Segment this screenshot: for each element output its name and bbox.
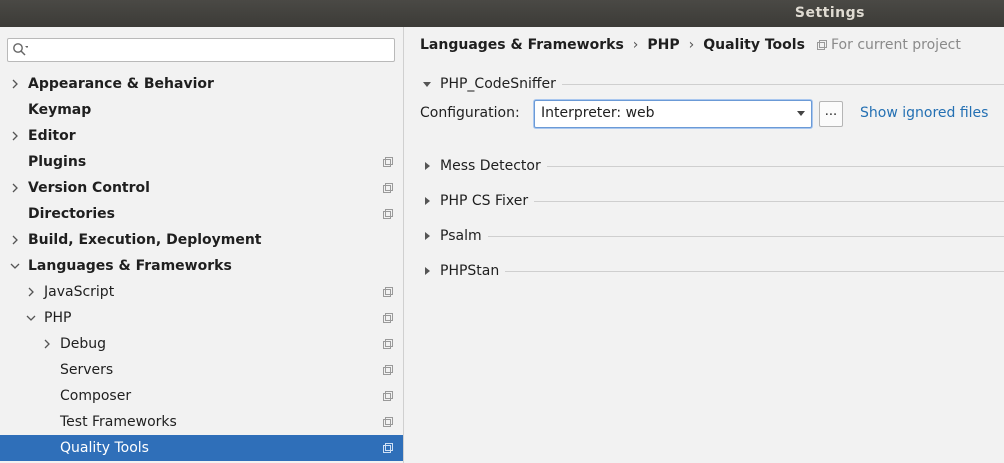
- project-scope-icon: [383, 365, 393, 375]
- project-scope-icon: [383, 417, 393, 427]
- configuration-select[interactable]: Interpreter: web: [534, 100, 812, 128]
- chevron-right-icon[interactable]: [10, 183, 20, 193]
- settings-sidebar: Appearance & Behavior Keymap Editor Plugins…: [0, 27, 404, 463]
- sidebar-item[interactable]: Appearance & Behavior: [0, 71, 403, 97]
- sidebar-item-label: Composer: [60, 388, 132, 404]
- breadcrumb-item[interactable]: PHP: [647, 37, 679, 53]
- chevron-right-icon[interactable]: [422, 231, 432, 241]
- chevron-right-icon[interactable]: [10, 235, 20, 245]
- sidebar-item[interactable]: Build, Execution, Deployment: [0, 227, 403, 253]
- for-current-project-note: For current project: [817, 37, 961, 53]
- chevron-right-icon[interactable]: [422, 196, 432, 206]
- collapsed-section[interactable]: PHPStan: [422, 261, 1004, 281]
- breadcrumb-separator: ›: [688, 37, 695, 53]
- chevron-right-icon[interactable]: [26, 287, 36, 297]
- configuration-value: Interpreter: web: [541, 105, 655, 121]
- sidebar-item[interactable]: Test Frameworks: [0, 409, 403, 435]
- sidebar-item[interactable]: Keymap: [0, 97, 403, 123]
- for-current-project-label: For current project: [831, 37, 961, 53]
- sidebar-item[interactable]: Debug: [0, 331, 403, 357]
- sidebar-item-label: Plugins: [28, 154, 87, 170]
- section-divider: [440, 236, 1004, 237]
- sidebar-item-label: Languages & Frameworks: [28, 258, 232, 274]
- browse-button[interactable]: ...: [819, 101, 843, 127]
- breadcrumb-item[interactable]: Languages & Frameworks: [420, 37, 624, 53]
- section-title[interactable]: Psalm: [440, 226, 488, 246]
- section-divider: [440, 271, 1004, 272]
- sidebar-item-label: Debug: [60, 336, 107, 352]
- sidebar-item[interactable]: Version Control: [0, 175, 403, 201]
- section-title[interactable]: PHP_CodeSniffer: [440, 74, 562, 94]
- search-icon: [13, 43, 28, 56]
- project-scope-icon: [383, 443, 393, 453]
- section-php-codesniffer[interactable]: PHP_CodeSniffer: [422, 74, 1004, 94]
- sidebar-item-label: Servers: [60, 362, 114, 378]
- breadcrumb: Languages & Frameworks › PHP › Quality Tools: [420, 37, 805, 53]
- sidebar-item-label: Keymap: [28, 102, 92, 118]
- sidebar-item[interactable]: Quality Tools: [0, 435, 403, 461]
- search-box[interactable]: [7, 38, 395, 62]
- project-scope-icon: [817, 40, 827, 50]
- configuration-label: Configuration:: [420, 105, 520, 121]
- project-scope-icon: [383, 313, 393, 323]
- chevron-down-icon[interactable]: [10, 261, 20, 271]
- sidebar-item-label: Appearance & Behavior: [28, 76, 214, 92]
- project-scope-icon: [383, 391, 393, 401]
- project-scope-icon: [383, 287, 393, 297]
- chevron-right-icon[interactable]: [422, 161, 432, 171]
- breadcrumb-item-current: Quality Tools: [703, 37, 805, 53]
- sidebar-item[interactable]: Composer: [0, 383, 403, 409]
- sidebar-item[interactable]: PHP: [0, 305, 403, 331]
- window-title: Settings: [794, 5, 865, 21]
- project-scope-icon: [383, 339, 393, 349]
- section-title[interactable]: Mess Detector: [440, 156, 547, 176]
- search-input[interactable]: [36, 40, 390, 60]
- chevron-right-icon[interactable]: [10, 131, 20, 141]
- sidebar-item-label: Test Frameworks: [60, 414, 177, 430]
- section-title[interactable]: PHP CS Fixer: [440, 191, 535, 211]
- sidebar-item-label: Build, Execution, Deployment: [28, 232, 262, 248]
- breadcrumb-separator: ›: [632, 37, 639, 53]
- sidebar-item[interactable]: Servers: [0, 357, 403, 383]
- project-scope-icon: [383, 209, 393, 219]
- sidebar-item[interactable]: Editor: [0, 123, 403, 149]
- chevron-right-icon[interactable]: [422, 266, 432, 276]
- collapsed-section[interactable]: PHP CS Fixer: [422, 191, 1004, 211]
- sidebar-item-label: Quality Tools: [60, 440, 149, 456]
- settings-tree: Appearance & Behavior Keymap Editor Plugins…: [0, 71, 403, 461]
- chevron-right-icon[interactable]: [10, 79, 20, 89]
- project-scope-icon: [383, 183, 393, 193]
- dropdown-arrow-icon[interactable]: [797, 111, 805, 116]
- sidebar-item-label: PHP: [44, 310, 72, 326]
- chevron-down-icon[interactable]: [26, 313, 36, 323]
- section-title[interactable]: PHPStan: [440, 261, 506, 281]
- sidebar-item[interactable]: Directories: [0, 201, 403, 227]
- sidebar-item-label: Editor: [28, 128, 76, 144]
- sidebar-item-label: Version Control: [28, 180, 150, 196]
- sidebar-item[interactable]: Plugins: [0, 149, 403, 175]
- sidebar-item-label: Directories: [28, 206, 115, 222]
- title-bar: Settings: [0, 0, 1004, 27]
- sidebar-item[interactable]: Languages & Frameworks: [0, 253, 403, 279]
- show-ignored-files-link[interactable]: Show ignored files: [860, 105, 988, 121]
- sidebar-item-label: JavaScript: [44, 284, 115, 300]
- chevron-down-icon[interactable]: [422, 79, 432, 89]
- collapsed-section[interactable]: Psalm: [422, 226, 1004, 246]
- chevron-right-icon[interactable]: [42, 339, 52, 349]
- collapsed-section[interactable]: Mess Detector: [422, 156, 1004, 176]
- project-scope-icon: [383, 157, 393, 167]
- sidebar-item[interactable]: JavaScript: [0, 279, 403, 305]
- main-panel: Languages & Frameworks › PHP › Quality Tools…: [404, 27, 1004, 463]
